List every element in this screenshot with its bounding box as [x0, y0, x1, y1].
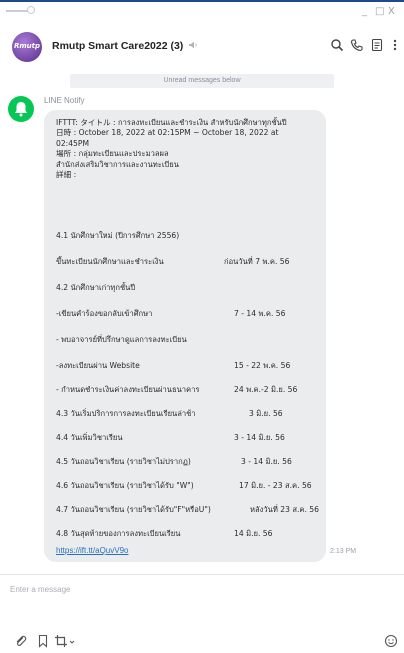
- message-line: 場所 : กลุ่มทะเบียนและประมวลผล: [56, 149, 169, 159]
- group-avatar[interactable]: Rmutp: [12, 32, 42, 62]
- message-line: 02:45PM: [56, 138, 90, 148]
- avatar-logo-text: Rmutp: [13, 42, 41, 50]
- more-menu-icon[interactable]: [388, 38, 402, 52]
- schedule-label: 4.6 วันถอนวิชาเรียน (รายวิชาได้รับ "W"): [56, 481, 194, 490]
- message-bubble[interactable]: IFTTT: タイトル : การลงทะเบียนและชำระเงิน สำ…: [44, 110, 326, 562]
- crop-icon[interactable]: [54, 634, 68, 648]
- schedule-date: 3 มิ.ย. 56: [249, 409, 283, 418]
- schedule-label: 4.3 วันเริ่มปริการการลงทะเบียนเรียนล่าช้…: [56, 409, 196, 418]
- schedule-label: 4.2 นักศึกษาเก่าทุกชั้นปี: [56, 283, 136, 292]
- bookmark-icon[interactable]: [36, 634, 50, 648]
- chat-header: Rmutp Rmutp Smart Care2022 (3): [0, 26, 404, 68]
- schedule-label: 4.5 วันถอนวิชาเรียน (รายวิชาไม่ปรากฏ): [56, 457, 191, 466]
- schedule-label: - พบอาจารย์ที่ปรึกษาดูแลการลงทะเบียน: [56, 335, 187, 344]
- schedule-date: ก่อนวันที่ 7 พ.ค. 56: [224, 257, 290, 266]
- title-bar: _ □ X: [0, 2, 404, 22]
- schedule-date: หลังวันที่ 23 ส.ค. 56: [250, 505, 319, 514]
- message-line: IFTTT: タイトル : การลงทะเบียนและชำระเงิน สำ…: [56, 118, 287, 127]
- notes-icon[interactable]: [370, 38, 384, 52]
- schedule-date: 7 - 14 พ.ค. 56: [234, 309, 286, 318]
- attach-icon[interactable]: [14, 634, 28, 648]
- schedule-label: 4.7 วันถอนวิชาเรียน (รายวิชาได้รับ"F"หรื…: [56, 505, 211, 514]
- message-header-text: IFTTT: タイトル : การลงทะเบียนและชำระเงิน สำ…: [56, 118, 318, 180]
- schedule-label: - กำหนดชำระเงินค่าลงทะเบียนผ่านธนาคาร: [56, 385, 200, 394]
- call-icon[interactable]: [350, 38, 364, 52]
- schedule-date: 3 - 14 มิ.ย. 56: [241, 457, 292, 466]
- line-notify-avatar[interactable]: [8, 96, 34, 122]
- pin-icon[interactable]: [27, 6, 35, 14]
- search-icon[interactable]: [330, 38, 344, 52]
- message-line: 詳細 :: [56, 170, 77, 180]
- minimize-button[interactable]: _: [362, 6, 367, 17]
- close-button[interactable]: X: [388, 6, 395, 17]
- schedule-date: 17 มิ.ย. - 23 ส.ค. 56: [239, 481, 312, 490]
- maximize-button[interactable]: □: [375, 6, 384, 17]
- emoji-icon[interactable]: [384, 634, 398, 648]
- schedule-date: 24 พ.ค.-2 มิ.ย. 56: [234, 385, 298, 394]
- schedule-date: 14 มิ.ย. 56: [234, 529, 273, 538]
- chevron-down-icon[interactable]: [68, 634, 76, 648]
- schedule-label: ขึ้นทะเบียนนักศึกษาและชำระเงิน: [56, 257, 164, 266]
- schedule-label: -ลงทะเบียนผ่าน Website: [56, 361, 140, 370]
- bell-icon: [15, 102, 27, 117]
- schedule-date: 3 - 14 มิ.ย. 56: [234, 433, 285, 442]
- mute-icon: [189, 41, 197, 49]
- composer-divider: [0, 574, 404, 575]
- pin-line: [6, 10, 28, 12]
- message-line: 日時 : October 18, 2022 at 02:15PM ~ Octob…: [56, 128, 279, 138]
- chat-title: Rmutp Smart Care2022 (3): [52, 40, 184, 52]
- message-time: 2:13 PM: [330, 548, 357, 555]
- schedule-label: 4.8 วันสุดท้ายของการลงทะเบียนเรียน: [56, 529, 181, 538]
- schedule-label: 4.1 นักศึกษาใหม่ (ปีการศึกษา 2556): [56, 231, 180, 240]
- schedule-date: 15 - 22 พ.ค. 56: [234, 361, 291, 370]
- message-line: สำนักส่งเสริมวิชาการและงานทะเบียน: [56, 159, 179, 169]
- message-link[interactable]: https://ift.tt/aQuvV9o: [56, 546, 128, 555]
- sender-name: LINE Notify: [44, 96, 85, 105]
- message-input[interactable]: [10, 582, 310, 596]
- schedule-label: 4.4 วันเพิ่มวิชาเรียน: [56, 433, 123, 442]
- unread-divider: Unread messages below: [70, 74, 334, 88]
- schedule-label: -เขียนคำร้องขอกลับเข้าศึกษา: [56, 309, 153, 318]
